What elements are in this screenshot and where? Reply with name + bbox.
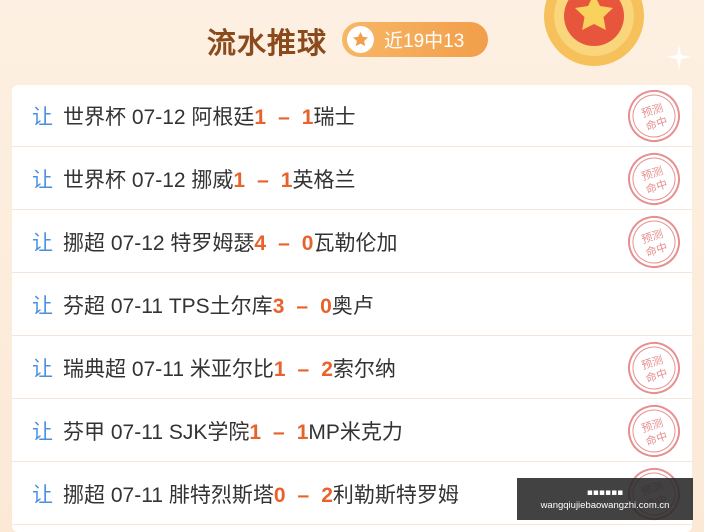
page-title: 流水推球 xyxy=(207,26,328,60)
handicap-label: 让 xyxy=(32,294,53,318)
away-score: 2 xyxy=(321,357,333,381)
handicap-label: 让 xyxy=(32,420,53,444)
score-dash: – xyxy=(278,105,290,129)
match-row[interactable]: 让芬超 07-11 TPS土尔库3–0奥卢 xyxy=(12,274,692,336)
handicap-label: 让 xyxy=(32,168,53,192)
prediction-hit-stamp: 预测命中 xyxy=(628,153,680,205)
prediction-hit-stamp: 预测命中 xyxy=(628,405,680,457)
medal-icon xyxy=(544,0,644,66)
home-score: 1 xyxy=(254,105,267,129)
league-name: 挪超 xyxy=(63,483,105,507)
away-score: 0 xyxy=(320,294,332,318)
hit-rate-text: 近19中13 xyxy=(384,31,465,52)
away-score: 1 xyxy=(280,168,293,192)
league-name: 挪超 xyxy=(63,231,105,255)
watermark-line1: ▪▪▪▪▪▪ xyxy=(586,487,624,498)
match-date: 07-11 xyxy=(110,483,163,507)
home-team: 挪威 xyxy=(191,168,234,192)
league-name: 瑞典超 xyxy=(63,357,126,381)
home-score: 1 xyxy=(249,420,262,444)
score-dash: – xyxy=(297,357,310,381)
away-team: 奥卢 xyxy=(331,294,374,318)
star-icon xyxy=(347,26,374,53)
away-team: 瓦勒伦加 xyxy=(313,231,398,255)
hit-rate-badge: 近19中13 xyxy=(342,22,488,57)
home-score: 4 xyxy=(254,231,267,255)
match-list: 让世界杯 07-12 阿根廷1–1瑞士 预测 命中让世界杯 07-12 挪威1–1英… xyxy=(12,85,692,532)
score-dash: – xyxy=(273,420,285,444)
home-team: 米亚尔比 xyxy=(189,357,274,381)
prediction-hit-stamp: 预测命中 xyxy=(628,90,680,142)
prediction-hit-stamp: 预测命中 xyxy=(628,216,680,268)
handicap-label: 让 xyxy=(32,105,53,129)
match-row[interactable]: 让世界杯 07-12 挪威1–1英格兰 预测 命中 xyxy=(12,148,692,210)
league-name: 芬甲 xyxy=(63,420,105,444)
home-score: 1 xyxy=(233,168,246,192)
match-text: 让挪超 07-12 特罗姆瑟4–0瓦勒伦加 xyxy=(32,227,397,257)
home-score: 0 xyxy=(273,483,286,507)
match-text: 让瑞典超 07-11 米亚尔比1–2索尔纳 xyxy=(32,353,396,383)
home-score: 3 xyxy=(272,294,285,318)
match-row[interactable]: 让世界杯 07-12 阿根廷1–1瑞士 预测 命中 xyxy=(12,85,692,147)
score-dash: – xyxy=(296,294,309,318)
header: 流水推球 近19中13 xyxy=(0,0,704,84)
watermark-bar: ▪▪▪▪▪▪ wangqiujiebaowangzhi.com.cn xyxy=(517,478,693,520)
match-text: 让世界杯 07-12 挪威1–1英格兰 xyxy=(32,164,355,194)
away-team: 英格兰 xyxy=(292,168,356,192)
away-team: 利勒斯特罗姆 xyxy=(332,483,459,507)
home-score: 1 xyxy=(273,357,286,381)
prediction-hit-stamp: 预测命中 xyxy=(628,342,680,394)
home-team: 特罗姆瑟 xyxy=(170,231,255,255)
league-name: 世界杯 xyxy=(63,105,126,129)
match-row[interactable]: 让瑞典超 07-11 米亚尔比1–2索尔纳 预测 命中 xyxy=(12,337,692,399)
match-date: 07-12 xyxy=(131,105,186,129)
match-text: 让挪超 07-11 腓特烈斯塔0–2利勒斯特罗姆 xyxy=(32,479,459,509)
score-dash: – xyxy=(257,168,269,192)
handicap-label: 让 xyxy=(32,357,53,381)
home-team: TPS土尔库 xyxy=(168,294,273,318)
match-text: 让芬超 07-11 TPS土尔库3–0奥卢 xyxy=(32,290,374,320)
away-team: 索尔纳 xyxy=(332,357,396,381)
watermark-url: wangqiujiebaowangzhi.com.cn xyxy=(540,499,670,511)
score-dash: – xyxy=(278,231,290,255)
match-date: 07-11 xyxy=(110,294,163,318)
away-score: 0 xyxy=(301,231,314,255)
match-row[interactable]: 让挪超 07-12 特罗姆瑟4–0瓦勒伦加 预测 命中 xyxy=(12,211,692,273)
match-row[interactable]: 让芬甲 07-11 SJK学院1–1MP米克力 预测 命中 xyxy=(12,400,692,462)
away-team: MP米克力 xyxy=(308,420,403,444)
away-score: 1 xyxy=(301,105,314,129)
home-team: SJK学院 xyxy=(168,420,250,444)
league-name: 世界杯 xyxy=(63,168,126,192)
match-text: 让芬甲 07-11 SJK学院1–1MP米克力 xyxy=(32,416,403,446)
home-team: 阿根廷 xyxy=(191,105,255,129)
sparkle-icon xyxy=(666,44,692,70)
away-score: 2 xyxy=(321,483,333,507)
handicap-label: 让 xyxy=(32,231,53,255)
score-dash: – xyxy=(297,483,310,507)
match-date: 07-12 xyxy=(110,231,165,255)
match-text: 让世界杯 07-12 阿根廷1–1瑞士 xyxy=(32,101,355,131)
match-date: 07-11 xyxy=(131,357,184,381)
match-date: 07-11 xyxy=(110,420,163,444)
away-score: 1 xyxy=(296,420,309,444)
handicap-label: 让 xyxy=(32,483,53,507)
match-date: 07-12 xyxy=(131,168,186,192)
home-team: 腓特烈斯塔 xyxy=(168,483,274,507)
league-name: 芬超 xyxy=(63,294,105,318)
away-team: 瑞士 xyxy=(313,105,356,129)
